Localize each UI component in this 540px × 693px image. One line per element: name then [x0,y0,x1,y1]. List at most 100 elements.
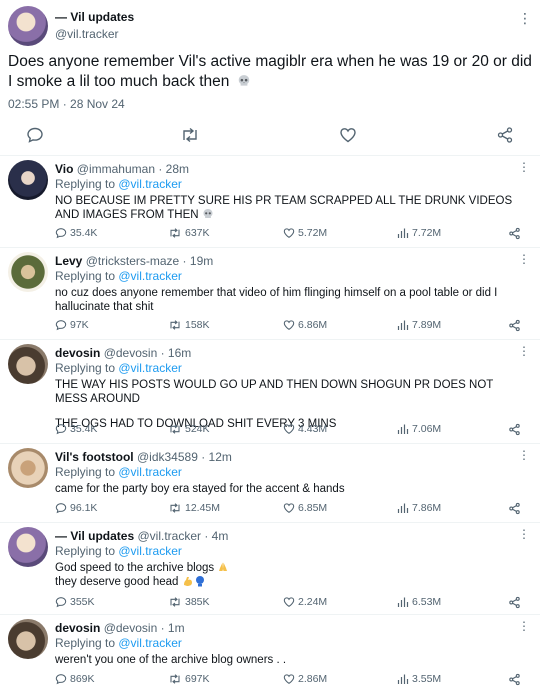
tweet-actions [0,125,540,149]
share-icon[interactable] [508,423,521,436]
view-count[interactable]: 3.55M [397,673,441,685]
retweet-icon [170,597,180,607]
like-count[interactable]: 2.86M [283,673,327,685]
more-vertical-icon[interactable]: ⋮ [518,252,530,266]
avatar[interactable] [8,252,48,292]
avatar[interactable] [8,619,48,659]
reply-tweet[interactable]: Levy @tricksters-maze · 19m Replying to … [0,247,540,340]
retweet-icon [170,228,180,238]
replying-to-link[interactable]: @vil.tracker [118,465,182,479]
avatar[interactable] [8,6,48,46]
reply-icon[interactable] [25,125,45,145]
more-vertical-icon[interactable]: ⋮ [518,344,530,358]
tweet-timestamp: 02:55 PM · 28 Nov 24 [8,97,125,111]
like-count-value: 6.86M [298,319,328,331]
reply-count[interactable]: 96.1K [55,502,97,514]
replying-to-link[interactable]: @vil.tracker [118,361,182,375]
reply-stats: 96.1K 12.45M 6.85M 7.86M [55,502,535,518]
tweet-text: Does anyone remember Vil's active magibl… [8,52,533,92]
reply-header: devosin @devosin · 1m [55,621,185,635]
reply-tweet[interactable]: — Vil updates @vil.tracker · 4m Replying… [0,522,540,615]
heart-icon[interactable] [338,125,358,145]
heart-icon [283,503,295,513]
replying-to-link[interactable]: @vil.tracker [118,177,182,191]
views-icon [397,503,409,513]
retweet-icon [170,320,180,330]
reply-stats: 97K 158K 6.86M 7.89M [55,319,535,335]
reply-count[interactable]: 869K [55,673,95,685]
replying-to-link[interactable]: @vil.tracker [118,269,182,283]
author-name[interactable]: devosin [55,621,100,635]
reply-icon [55,674,67,685]
like-count[interactable]: 2.24M [283,596,327,608]
view-count[interactable]: 7.86M [397,502,441,514]
author-handle[interactable]: @tricksters-maze · 19m [86,254,214,268]
reply-count[interactable]: 35.4K [55,423,97,435]
share-icon[interactable] [508,596,521,609]
view-count[interactable]: 6.53M [397,596,441,608]
like-count[interactable]: 6.86M [283,319,327,331]
reply-count[interactable]: 355K [55,596,95,608]
avatar[interactable] [8,527,48,567]
retweet-count-value: 12.45M [185,502,221,514]
author-handle[interactable]: @immahuman · 28m [77,162,189,176]
reply-tweet[interactable]: devosin @devosin · 16m Replying to @vil.… [0,339,540,444]
views-icon [397,674,409,684]
author-handle[interactable]: @devosin · 1m [104,621,185,635]
view-count[interactable]: 7.72M [397,227,441,239]
replying-to: Replying to @vil.tracker [55,177,182,191]
retweet-count[interactable]: 524K [168,423,210,435]
author-name[interactable]: — Vil updates [55,529,134,543]
avatar[interactable] [8,160,48,200]
replying-to: Replying to @vil.tracker [55,361,182,375]
view-count[interactable]: 7.06M [397,423,441,435]
retweet-count[interactable]: 385K [168,596,210,608]
author-handle[interactable]: @vil.tracker [55,27,119,41]
more-vertical-icon[interactable]: ⋮ [518,10,532,27]
share-icon[interactable] [495,125,515,145]
more-vertical-icon[interactable]: ⋮ [518,448,530,462]
view-count[interactable]: 7.89M [397,319,441,331]
reply-icon [55,597,67,608]
like-count[interactable]: 5.72M [283,227,327,239]
view-count-value: 7.06M [412,423,442,435]
retweet-count[interactable]: 697K [168,673,210,685]
retweet-count[interactable]: 12.45M [168,502,220,514]
author-name[interactable]: — Vil updates [55,10,134,24]
avatar[interactable] [8,344,48,384]
author-handle[interactable]: @vil.tracker · 4m [137,529,228,543]
author-handle[interactable]: @devosin · 16m [104,346,192,360]
author-name[interactable]: devosin [55,346,100,360]
share-icon[interactable] [508,227,521,240]
reply-tweet[interactable]: Vil's footstool @idk34589 · 12m Replying… [0,443,540,523]
more-vertical-icon[interactable]: ⋮ [518,527,530,541]
author-name[interactable]: Vio [55,162,73,176]
like-count[interactable]: 4.43M [283,423,327,435]
author-name[interactable]: Levy [55,254,82,268]
tweet-text-content: Does anyone remember Vil's active magibl… [8,53,532,90]
view-count-value: 6.53M [412,596,442,608]
like-count[interactable]: 6.85M [283,502,327,514]
reply-icon [55,503,67,514]
author-handle[interactable]: @idk34589 · 12m [137,450,232,464]
retweet-count[interactable]: 158K [168,319,210,331]
retweet-count[interactable]: 637K [168,227,210,239]
reply-tweet[interactable]: devosin @devosin · 1m Replying to @vil.t… [0,614,540,693]
author-name[interactable]: Vil's footstool [55,450,134,464]
replying-to-link[interactable]: @vil.tracker [118,544,182,558]
avatar[interactable] [8,448,48,488]
heart-icon [283,228,295,238]
more-vertical-icon[interactable]: ⋮ [518,160,530,174]
replying-to-link[interactable]: @vil.tracker [118,636,182,650]
reply-text-line: they deserve good head [55,575,525,589]
views-icon [397,228,409,238]
more-vertical-icon[interactable]: ⋮ [518,619,530,633]
share-icon[interactable] [508,502,521,515]
reply-count[interactable]: 35.4K [55,227,97,239]
reply-stats: 35.4K 637K 5.72M 7.72M [55,227,535,243]
retweet-icon[interactable] [180,125,200,145]
share-icon[interactable] [508,319,521,332]
reply-tweet[interactable]: Vio @immahuman · 28m Replying to @vil.tr… [0,155,540,248]
reply-count[interactable]: 97K [55,319,89,331]
share-icon[interactable] [508,673,521,686]
